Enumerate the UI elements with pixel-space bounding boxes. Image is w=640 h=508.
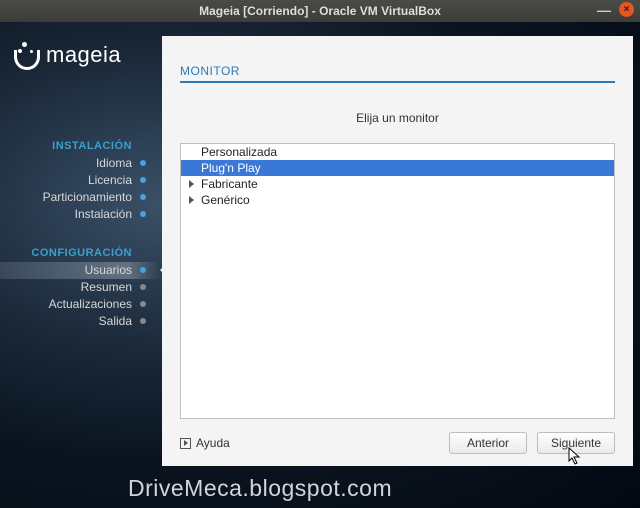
next-button[interactable]: Siguiente — [537, 432, 615, 454]
sidebar-item-usuarios[interactable]: Usuarios — [0, 262, 160, 279]
close-button[interactable]: × — [619, 2, 634, 17]
previous-button[interactable]: Anterior — [449, 432, 527, 454]
help-button[interactable]: Ayuda — [180, 436, 230, 450]
panel-prompt: Elija un monitor — [180, 111, 615, 125]
list-item[interactable]: Personalizada — [181, 144, 614, 160]
status-dot-icon — [140, 177, 146, 183]
minimize-button[interactable]: — — [597, 6, 611, 14]
status-dot-icon — [140, 284, 146, 290]
window-titlebar: Mageia [Corriendo] - Oracle VM VirtualBo… — [0, 0, 640, 22]
status-dot-icon — [140, 318, 146, 324]
sidebar-item-particionamiento[interactable]: Particionamiento — [0, 189, 160, 206]
sidebar-item-salida[interactable]: Salida — [0, 313, 160, 330]
sidebar-item-instalacion[interactable]: Instalación — [0, 206, 160, 223]
chevron-right-icon — [189, 196, 194, 204]
mageia-logo: mageia — [14, 40, 121, 70]
list-item[interactable]: Fabricante — [181, 176, 614, 192]
list-item[interactable]: Plug'n Play — [181, 160, 614, 176]
sidebar: INSTALACIÓN Idioma Licencia Particionami… — [0, 138, 160, 330]
list-item[interactable]: Genérico — [181, 192, 614, 208]
chevron-right-icon — [189, 180, 194, 188]
sidebar-item-resumen[interactable]: Resumen — [0, 279, 160, 296]
status-dot-icon — [140, 301, 146, 307]
watermark-text: DriveMeca.blogspot.com — [128, 475, 392, 502]
monitor-listbox[interactable]: Personalizada Plug'n Play Fabricante Gen… — [180, 143, 615, 419]
status-dot-icon — [140, 160, 146, 166]
window-title: Mageia [Corriendo] - Oracle VM VirtualBo… — [199, 4, 441, 18]
main-panel: MONITOR Elija un monitor Personalizada P… — [162, 36, 633, 466]
play-icon — [180, 438, 191, 449]
logo-text: mageia — [46, 42, 121, 68]
sidebar-section-install: INSTALACIÓN — [0, 138, 160, 155]
mageia-icon — [14, 40, 40, 70]
panel-heading: MONITOR — [180, 64, 615, 83]
sidebar-item-idioma[interactable]: Idioma — [0, 155, 160, 172]
status-dot-icon — [140, 211, 146, 217]
status-dot-icon — [140, 267, 146, 273]
sidebar-section-config: CONFIGURACIÓN — [0, 245, 160, 262]
status-dot-icon — [140, 194, 146, 200]
sidebar-item-licencia[interactable]: Licencia — [0, 172, 160, 189]
help-label: Ayuda — [196, 436, 230, 450]
sidebar-item-actualizaciones[interactable]: Actualizaciones — [0, 296, 160, 313]
